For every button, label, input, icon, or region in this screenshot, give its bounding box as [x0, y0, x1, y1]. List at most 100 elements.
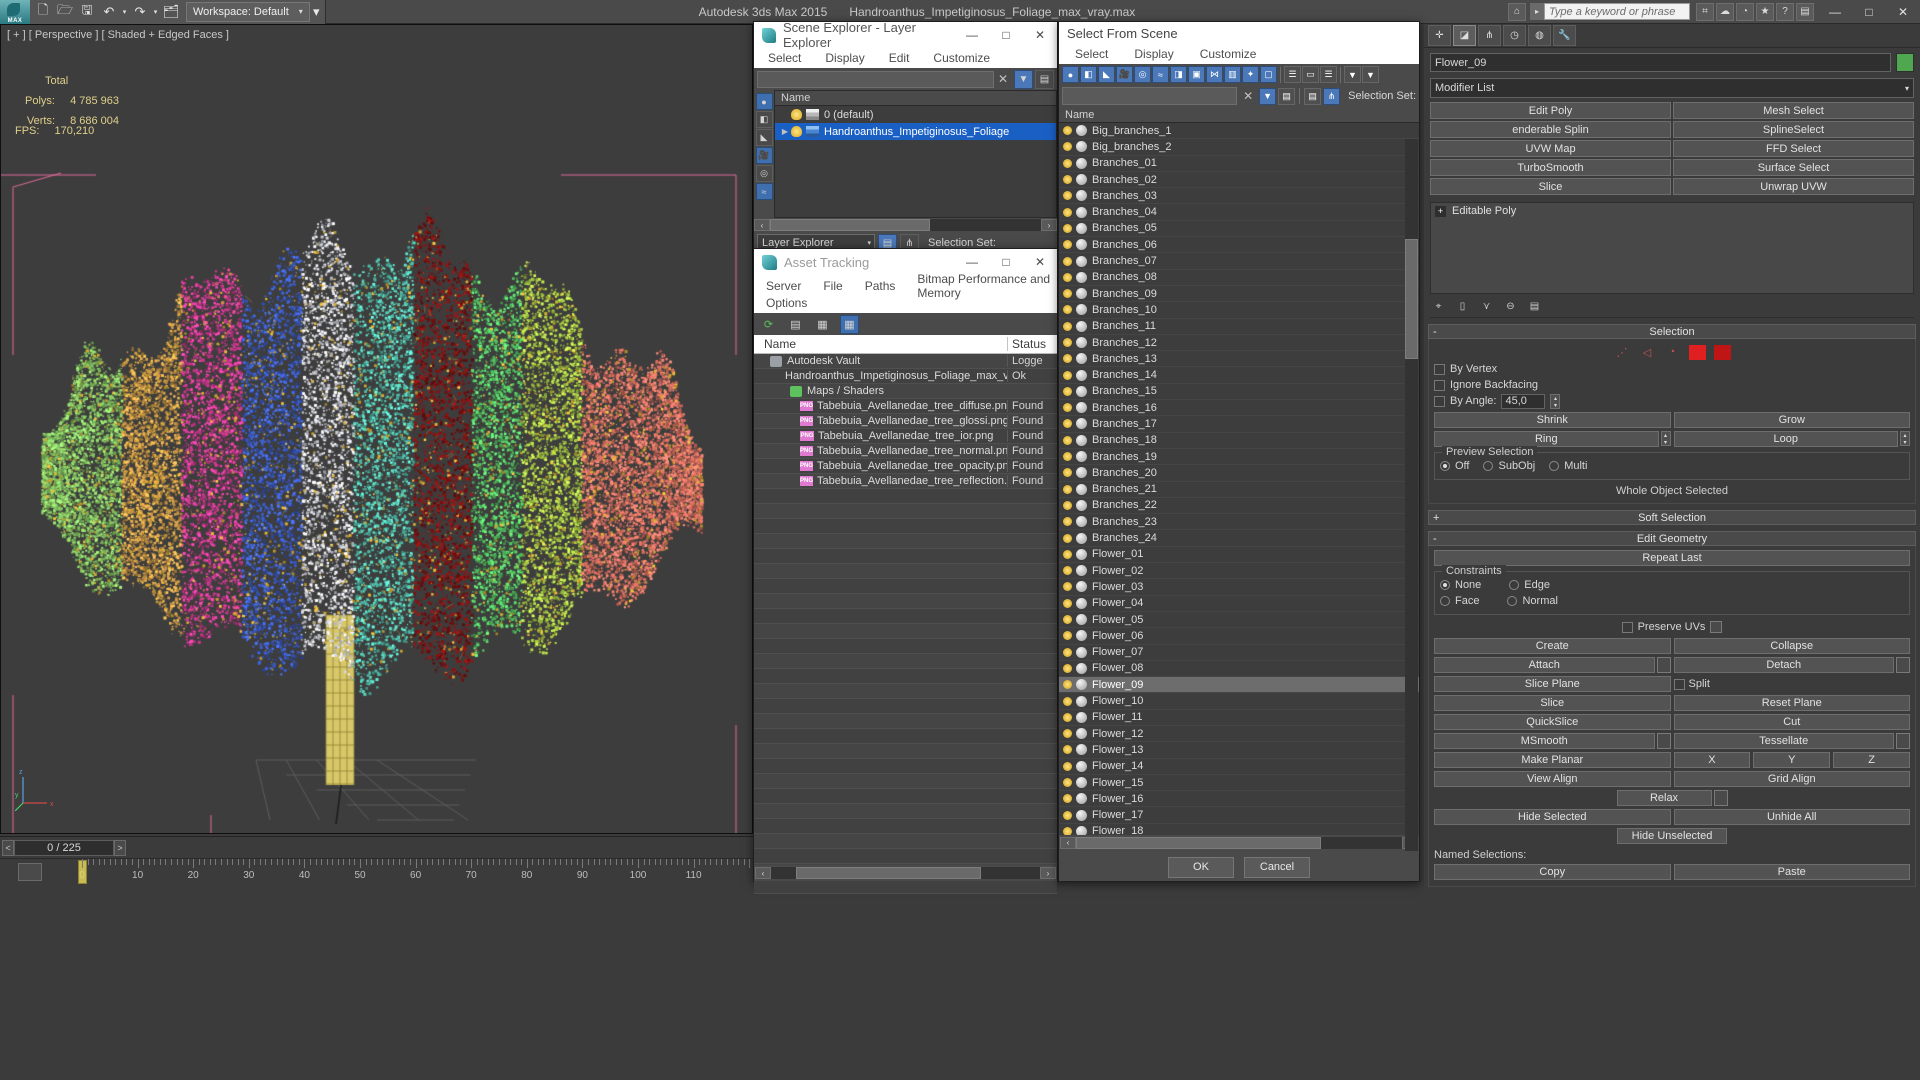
asset-col-name[interactable]: Name — [754, 337, 1007, 351]
light-bulb-icon[interactable] — [1063, 696, 1072, 706]
scene-object-row[interactable]: Flower_01 — [1059, 547, 1419, 564]
create-button[interactable]: Create — [1434, 638, 1671, 654]
constraint-normal-radio[interactable] — [1507, 596, 1518, 606]
select-from-scene-titlebar[interactable]: Select From Scene — [1059, 22, 1419, 44]
scene-object-row[interactable]: Flower_15 — [1059, 775, 1419, 792]
scene-object-row[interactable]: Branches_09 — [1059, 286, 1419, 303]
grow-button[interactable]: Grow — [1673, 412, 1910, 428]
scene-object-row[interactable]: Branches_07 — [1059, 253, 1419, 270]
maximize-button[interactable]: □ — [1852, 0, 1886, 24]
make-planar-button[interactable]: Make Planar — [1434, 752, 1671, 768]
tessellate-button[interactable]: Tessellate — [1673, 733, 1894, 749]
filter-geometry-icon[interactable]: ● — [1062, 66, 1079, 83]
scene-object-row[interactable]: Branches_21 — [1059, 482, 1419, 498]
scene-object-row[interactable]: Flower_13 — [1059, 742, 1419, 759]
frame-field[interactable]: < 0 / 225 > — [2, 839, 126, 856]
light-bulb-icon[interactable] — [1063, 126, 1072, 136]
filter-selection-icon[interactable]: ▼ — [1259, 87, 1277, 105]
filter-bones-icon[interactable]: ⋈ — [1206, 66, 1223, 83]
menu-file[interactable]: File — [823, 279, 842, 293]
scroll-thumb[interactable] — [796, 867, 981, 879]
asset-row[interactable]: PNG Tabebuia_Avellanedae_tree_opacity.png… — [754, 459, 1057, 474]
light-bulb-icon[interactable] — [1063, 321, 1072, 331]
scene-object-row[interactable]: Flower_04 — [1059, 596, 1419, 612]
selection-rollout-header[interactable]: - Selection — [1428, 324, 1916, 339]
modifier-button-2[interactable]: enderable Splin — [1430, 121, 1671, 138]
light-bulb-icon[interactable] — [1063, 354, 1072, 364]
shrink-button[interactable]: Shrink — [1434, 412, 1671, 428]
ok-button[interactable]: OK — [1168, 856, 1234, 878]
redo-icon[interactable]: ↷ — [129, 2, 151, 22]
asset-row[interactable]: PNG Tabebuia_Avellanedae_tree_glossi.png F… — [754, 414, 1057, 429]
menu-paths[interactable]: Paths — [865, 279, 896, 293]
new-file-icon[interactable]: 🗋 — [32, 2, 54, 22]
scene-object-row[interactable]: Branches_10 — [1059, 302, 1419, 319]
scene-explorer-search-input[interactable] — [757, 70, 994, 88]
scene-object-row[interactable]: Big_branches_2 — [1059, 139, 1419, 156]
light-bulb-icon[interactable] — [1063, 240, 1072, 250]
msmooth-button[interactable]: MSmooth — [1434, 733, 1655, 749]
light-bulb-icon[interactable] — [1063, 223, 1072, 233]
scene-object-row[interactable]: Branches_05 — [1059, 221, 1419, 238]
loop-spinner[interactable]: ▴ ▾ — [1900, 431, 1910, 446]
scene-object-row[interactable]: Branches_14 — [1059, 367, 1419, 384]
minimize-button[interactable]: — — [1818, 0, 1852, 24]
scene-object-row[interactable]: Branches_06 — [1059, 237, 1419, 254]
element-subobject-icon[interactable] — [1713, 344, 1731, 360]
constraint-edge-radio[interactable] — [1509, 580, 1520, 590]
search-input[interactable]: Type a keyword or phrase — [1544, 3, 1690, 20]
copy-button[interactable]: Copy — [1434, 864, 1671, 880]
light-bulb-icon[interactable] — [1063, 582, 1072, 592]
filter-geometry-icon[interactable]: ● — [755, 93, 773, 110]
scroll-right-icon[interactable]: › — [1041, 219, 1057, 231]
modifier-button-9[interactable]: Unwrap UVW — [1673, 178, 1914, 195]
tessellate-settings-icon[interactable] — [1896, 733, 1910, 749]
scene-object-row[interactable]: Branches_11 — [1059, 319, 1419, 335]
asset-row[interactable]: Autodesk Vault Logge — [754, 354, 1057, 369]
light-bulb-icon[interactable] — [1063, 191, 1072, 201]
attach-button[interactable]: Attach — [1434, 657, 1655, 673]
preview-subobj-radio[interactable] — [1483, 461, 1494, 471]
asset-col-status[interactable]: Status — [1007, 337, 1057, 351]
scene-object-row[interactable]: Branches_17 — [1059, 416, 1419, 433]
filter-shapes-icon[interactable]: ◧ — [755, 111, 773, 128]
filter-groups-icon[interactable]: ◨ — [1170, 66, 1187, 83]
tab-display[interactable]: ◍ — [1528, 25, 1551, 46]
filter-lights-icon[interactable]: ◣ — [1098, 66, 1115, 83]
preview-multi-radio[interactable] — [1549, 461, 1560, 471]
scroll-track[interactable] — [1076, 836, 1402, 849]
preview-subobj-row[interactable]: SubObj — [1483, 458, 1535, 474]
scene-explorer-window[interactable]: Scene Explorer - Layer Explorer — □ ✕ Se… — [753, 20, 1058, 254]
scene-object-row[interactable]: Flower_14 — [1059, 759, 1419, 775]
paste-button[interactable]: Paste — [1673, 864, 1910, 880]
menu-select[interactable]: Select — [1075, 47, 1108, 61]
undo-dropdown-icon[interactable]: ▾ — [120, 2, 129, 22]
reset-plane-button[interactable]: Reset Plane — [1673, 695, 1910, 711]
light-bulb-icon[interactable] — [1063, 175, 1072, 185]
light-bulb-icon[interactable] — [1063, 566, 1072, 576]
constraint-face-radio[interactable] — [1440, 596, 1450, 606]
configure-modifier-sets-icon[interactable]: ▤ — [1526, 298, 1543, 314]
light-bulb-icon[interactable] — [1063, 517, 1072, 527]
scene-explorer-titlebar[interactable]: Scene Explorer - Layer Explorer — □ ✕ — [754, 20, 1057, 50]
menu-customize[interactable]: Customize — [1200, 47, 1257, 61]
scene-object-row[interactable]: Branches_01 — [1059, 156, 1419, 172]
slice-button[interactable]: Slice — [1434, 695, 1671, 711]
scene-object-row[interactable]: Branches_19 — [1059, 449, 1419, 466]
make-unique-icon[interactable]: ⋎ — [1478, 298, 1495, 314]
menu-customize[interactable]: Customize — [933, 51, 990, 65]
scene-object-row[interactable]: Branches_18 — [1059, 433, 1419, 449]
scene-object-row[interactable]: Flower_08 — [1059, 661, 1419, 678]
scene-object-row[interactable]: Flower_17 — [1059, 807, 1419, 824]
make-planar-y-button[interactable]: Y — [1753, 752, 1831, 768]
constraint-none-row[interactable]: None — [1440, 577, 1481, 593]
by-angle-value[interactable]: 45,0 — [1501, 393, 1546, 409]
edit-geometry-rollout-header[interactable]: - Edit Geometry — [1428, 531, 1916, 546]
attach-settings-icon[interactable] — [1656, 657, 1671, 673]
repeat-last-button[interactable]: Repeat Last — [1434, 550, 1910, 566]
expand-all-icon[interactable]: ☰ — [1284, 66, 1301, 83]
filter-containers-icon[interactable]: ▥ — [1224, 66, 1241, 83]
soft-selection-rollout-header[interactable]: + Soft Selection — [1428, 510, 1916, 525]
scene-object-row[interactable]: Flower_11 — [1059, 710, 1419, 726]
infocenter-icon[interactable]: ⌂ — [1508, 2, 1526, 21]
